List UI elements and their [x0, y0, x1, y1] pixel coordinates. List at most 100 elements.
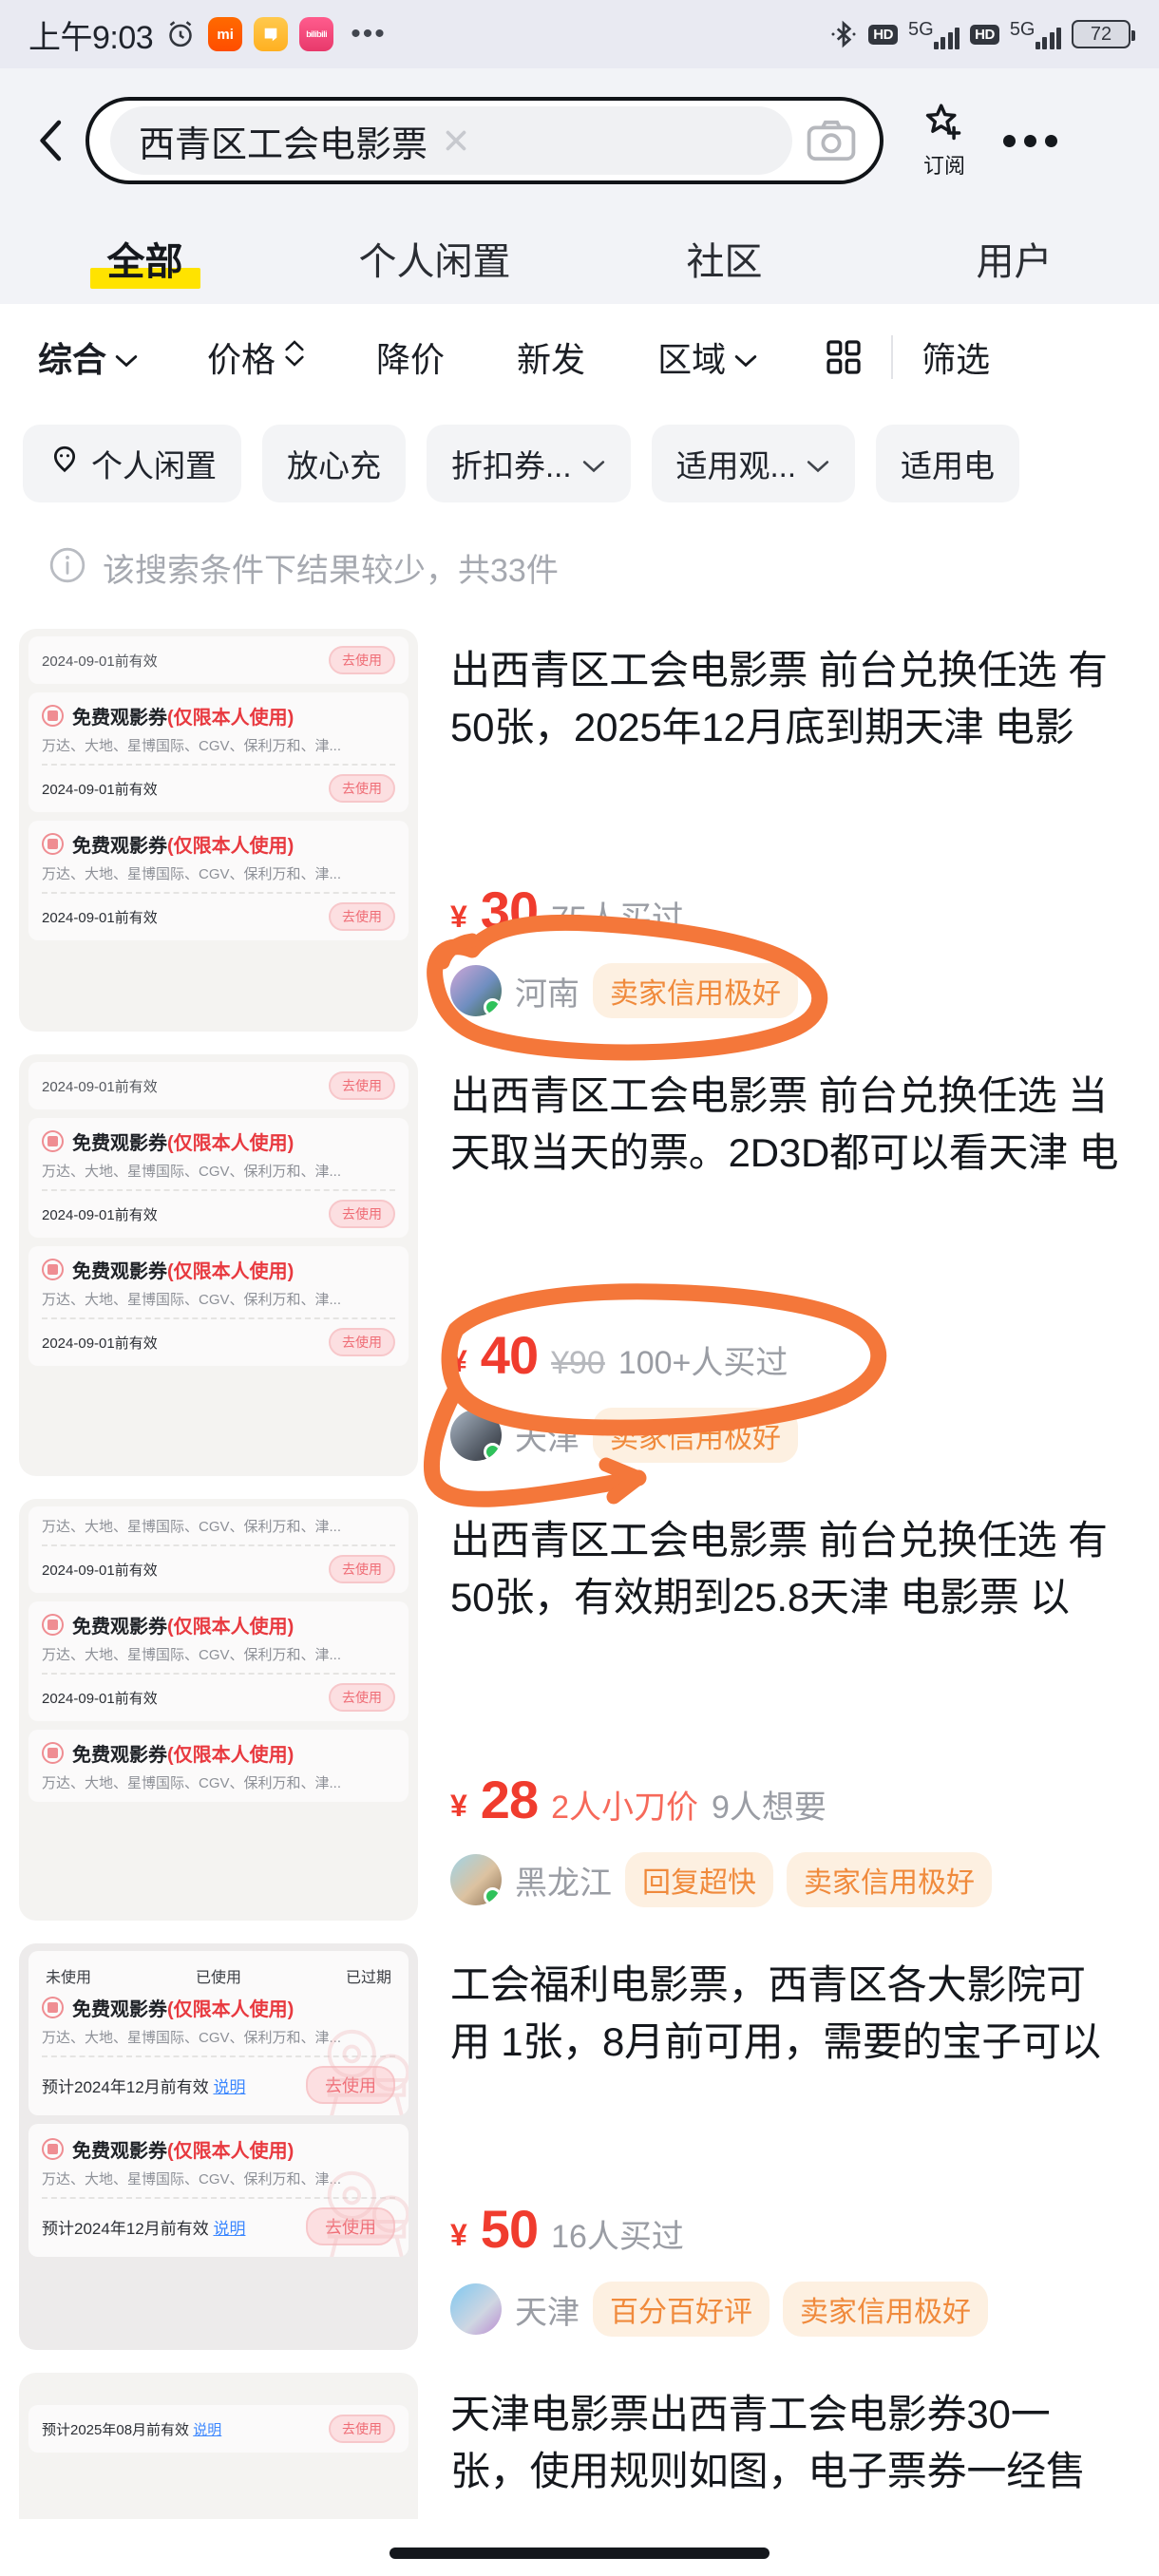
filter-button[interactable]: 筛选 — [922, 332, 990, 382]
tab-all[interactable]: 全部 — [0, 213, 290, 304]
avatar[interactable] — [450, 1854, 502, 1905]
listing-seller-row[interactable]: 黑龙江 回复超快 卖家信用极好 — [450, 1852, 1132, 1907]
chip-safe-recharge[interactable]: 放心充 — [262, 425, 406, 502]
coupon-title: 免费观影券(仅限本人使用) — [72, 2141, 294, 2162]
search-box[interactable]: 西青区工会电影票 — [86, 97, 884, 184]
star-plus-icon — [922, 102, 967, 148]
listing-price-row: ¥ 40 ¥90 100+人买过 — [450, 1329, 1132, 1383]
subscribe-button[interactable]: 订阅 — [904, 102, 984, 180]
listing-info-4: 工会福利电影票，西青区各大影院可 用 1张，8月前可用，需要的宝子可以 ¥ 50… — [418, 1943, 1159, 2361]
info-icon — [48, 545, 87, 590]
chip-applicable-viewing-label: 适用观... — [675, 448, 797, 483]
listing-row-3[interactable]: 万达、大地、星博国际、CGV、保利万和、津... 2024-09-01前有效 去… — [0, 1487, 1159, 1932]
signal-bars-1 — [933, 25, 960, 49]
coupon-use-button[interactable]: 去使用 — [329, 1555, 395, 1583]
camera-icon[interactable] — [798, 107, 864, 174]
coupon-use-button[interactable]: 去使用 — [329, 1683, 395, 1712]
sort-price[interactable]: 价格 — [207, 332, 306, 382]
coupon-use-button[interactable]: 去使用 — [329, 646, 395, 674]
avatar[interactable] — [450, 965, 502, 1016]
coupon-tab-unused[interactable]: 未使用 — [46, 1964, 91, 1987]
sort-price-drop[interactable]: 降价 — [376, 332, 445, 382]
listing-seller-row[interactable]: 天津 百分百好评 卖家信用极好 — [450, 2282, 1132, 2337]
seller-tag: 卖家信用极好 — [593, 1408, 798, 1463]
tab-personal-idle[interactable]: 个人闲置 — [290, 213, 580, 304]
coupon-use-button[interactable]: 去使用 — [329, 902, 395, 931]
online-dot — [484, 998, 502, 1016]
status-bar: 上午9:03 mi bilibili ••• HD 5G HD 5G 72 — [0, 0, 1159, 68]
coupon-sheet-4: 未使用 已使用 已过期 免费观影券(仅限本人使用) 万达、大地、星博国际、CGV… — [19, 1943, 418, 2350]
coupon-card: 免费观影券(仅限本人使用) 万达、大地、星博国际、CGV、保利万和、津... — [28, 1730, 408, 1802]
coupon-badge-icon — [42, 1614, 64, 1636]
coupon-tab-used[interactable]: 已使用 — [196, 1964, 241, 1987]
coupon-card: 免费观影券(仅限本人使用) 万达、大地、星博国际、CGV、保利万和、津... 2… — [28, 821, 408, 940]
listing-sold-count: 9人想要 — [712, 1790, 826, 1826]
sortbar-divider — [891, 335, 894, 379]
listing-thumbnail-4[interactable]: 未使用 已使用 已过期 免费观影券(仅限本人使用) 万达、大地、星博国际、CGV… — [19, 1943, 418, 2350]
search-input-wrap[interactable]: 西青区工会电影票 — [110, 106, 792, 175]
coupon-badge-icon — [42, 1259, 64, 1280]
coupon-title: 免费观影券(仅限本人使用) — [72, 1999, 294, 2020]
listing-seller-row[interactable]: 河南 卖家信用极好 — [450, 963, 1132, 1018]
coupon-card: 未使用 已使用 已过期 免费观影券(仅限本人使用) 万达、大地、星博国际、CGV… — [28, 1951, 408, 2115]
coupon-card: 免费观影券(仅限本人使用) 万达、大地、星博国际、CGV、保利万和、津... 2… — [28, 1118, 408, 1238]
film-reel-icon — [327, 2170, 408, 2257]
chip-discount-coupon[interactable]: 折扣券... — [427, 425, 631, 502]
clear-x-icon[interactable] — [435, 120, 477, 161]
coupon-valid-short: 2024-09-01前有效 — [42, 1690, 158, 1707]
bilibili-app-icon: bilibili — [299, 17, 334, 51]
coupon-use-button[interactable]: 去使用 — [329, 1071, 395, 1100]
listing-thumbnail-1[interactable]: 2024-09-01前有效 去使用 免费观影券(仅限本人使用) 万达、大地、星博… — [19, 629, 418, 1032]
tab-community[interactable]: 社区 — [580, 213, 869, 304]
listing-row-4[interactable]: 未使用 已使用 已过期 免费观影券(仅限本人使用) 万达、大地、星博国际、CGV… — [0, 1932, 1159, 2361]
tab-users[interactable]: 用户 — [869, 213, 1159, 304]
chip-personal-idle[interactable]: 个人闲置 — [23, 425, 241, 502]
avatar[interactable] — [450, 2283, 502, 2335]
sort-newest[interactable]: 新发 — [517, 332, 585, 382]
seller-tag: 卖家信用极好 — [783, 2282, 988, 2337]
listing-row-1[interactable]: 2024-09-01前有效 去使用 免费观影券(仅限本人使用) 万达、大地、星博… — [0, 617, 1159, 1043]
back-button[interactable] — [19, 107, 86, 174]
coupon-sheet-2: 2024-09-01前有效 去使用 免费观影券(仅限本人使用) 万达、大地、星博… — [19, 1054, 418, 1476]
sort-comprehensive[interactable]: 综合 — [38, 332, 139, 382]
coupon-use-button[interactable]: 去使用 — [329, 1328, 395, 1356]
currency-symbol: ¥ — [450, 2218, 467, 2252]
listing-info-3: 出西青区工会电影票 前台兑换任选 有 50张，有效期到25.8天津 电影票 以 … — [418, 1499, 1159, 1932]
listing-row-2[interactable]: 2024-09-01前有效 去使用 免费观影券(仅限本人使用) 万达、大地、星博… — [0, 1043, 1159, 1487]
search-input[interactable]: 西青区工会电影票 — [139, 115, 428, 167]
sort-filter-bar: 综合 价格 降价 新发 区域 筛选 — [0, 304, 1159, 410]
coupon-badge-icon — [42, 1130, 64, 1152]
listing-seller-row[interactable]: 天津 卖家信用极好 — [450, 1408, 1132, 1463]
listing-title: 出西青区工会电影票 前台兑换任选 当 天取当天的票。2D3D都可以看天津 电 — [450, 1073, 1119, 1175]
status-bar-right: HD 5G HD 5G 72 — [829, 19, 1135, 49]
chip-applicable-viewing[interactable]: 适用观... — [651, 425, 856, 502]
alarm-icon — [164, 18, 197, 50]
listing-discount-note: 2人小刀价 — [551, 1790, 699, 1826]
listing-thumbnail-3[interactable]: 万达、大地、星博国际、CGV、保利万和、津... 2024-09-01前有效 去… — [19, 1499, 418, 1921]
listing-price-row: ¥ 28 2人小刀价 9人想要 — [450, 1773, 1132, 1828]
chip-applicable-cinema[interactable]: 适用电 — [876, 425, 1020, 502]
hd-badge-2: HD — [970, 24, 999, 45]
category-tabs: 全部 个人闲置 社区 用户 — [0, 213, 1159, 304]
tab-personal-idle-label: 个人闲置 — [358, 241, 511, 283]
avatar[interactable] — [450, 1410, 502, 1461]
sort-price-drop-label: 降价 — [376, 340, 446, 379]
coupon-tab-expired[interactable]: 已过期 — [346, 1964, 391, 1987]
listing-price-row: ¥ 30 75人买过 — [450, 884, 1132, 938]
coupon-use-button[interactable]: 去使用 — [329, 1200, 395, 1228]
currency-symbol: ¥ — [450, 1344, 467, 1378]
coupon-badge-icon — [42, 705, 64, 727]
coupon-use-button[interactable]: 去使用 — [329, 774, 395, 803]
listing-thumbnail-2[interactable]: 2024-09-01前有效 去使用 免费观影券(仅限本人使用) 万达、大地、星博… — [19, 1054, 418, 1476]
listing-title: 天津电影票出西青工会电影券30一 张，使用规则如图，电子票券一经售 — [450, 2392, 1086, 2493]
more-dots-icon[interactable] — [1003, 134, 1057, 147]
coupon-valid-short: 2024-09-01前有效 — [42, 653, 158, 670]
home-indicator[interactable] — [390, 2548, 770, 2559]
app-screen: 上午9:03 mi bilibili ••• HD 5G HD 5G 72 西青… — [0, 0, 1159, 2576]
grid-view-icon[interactable] — [825, 338, 863, 376]
coupon-use-button[interactable]: 去使用 — [329, 2415, 395, 2443]
sort-region[interactable]: 区域 — [657, 332, 758, 382]
sort-comprehensive-label: 综合 — [38, 340, 107, 379]
sort-region-label: 区域 — [657, 340, 727, 379]
coupon-card: 免费观影券(仅限本人使用) 万达、大地、星博国际、CGV、保利万和、津... 2… — [28, 692, 408, 812]
